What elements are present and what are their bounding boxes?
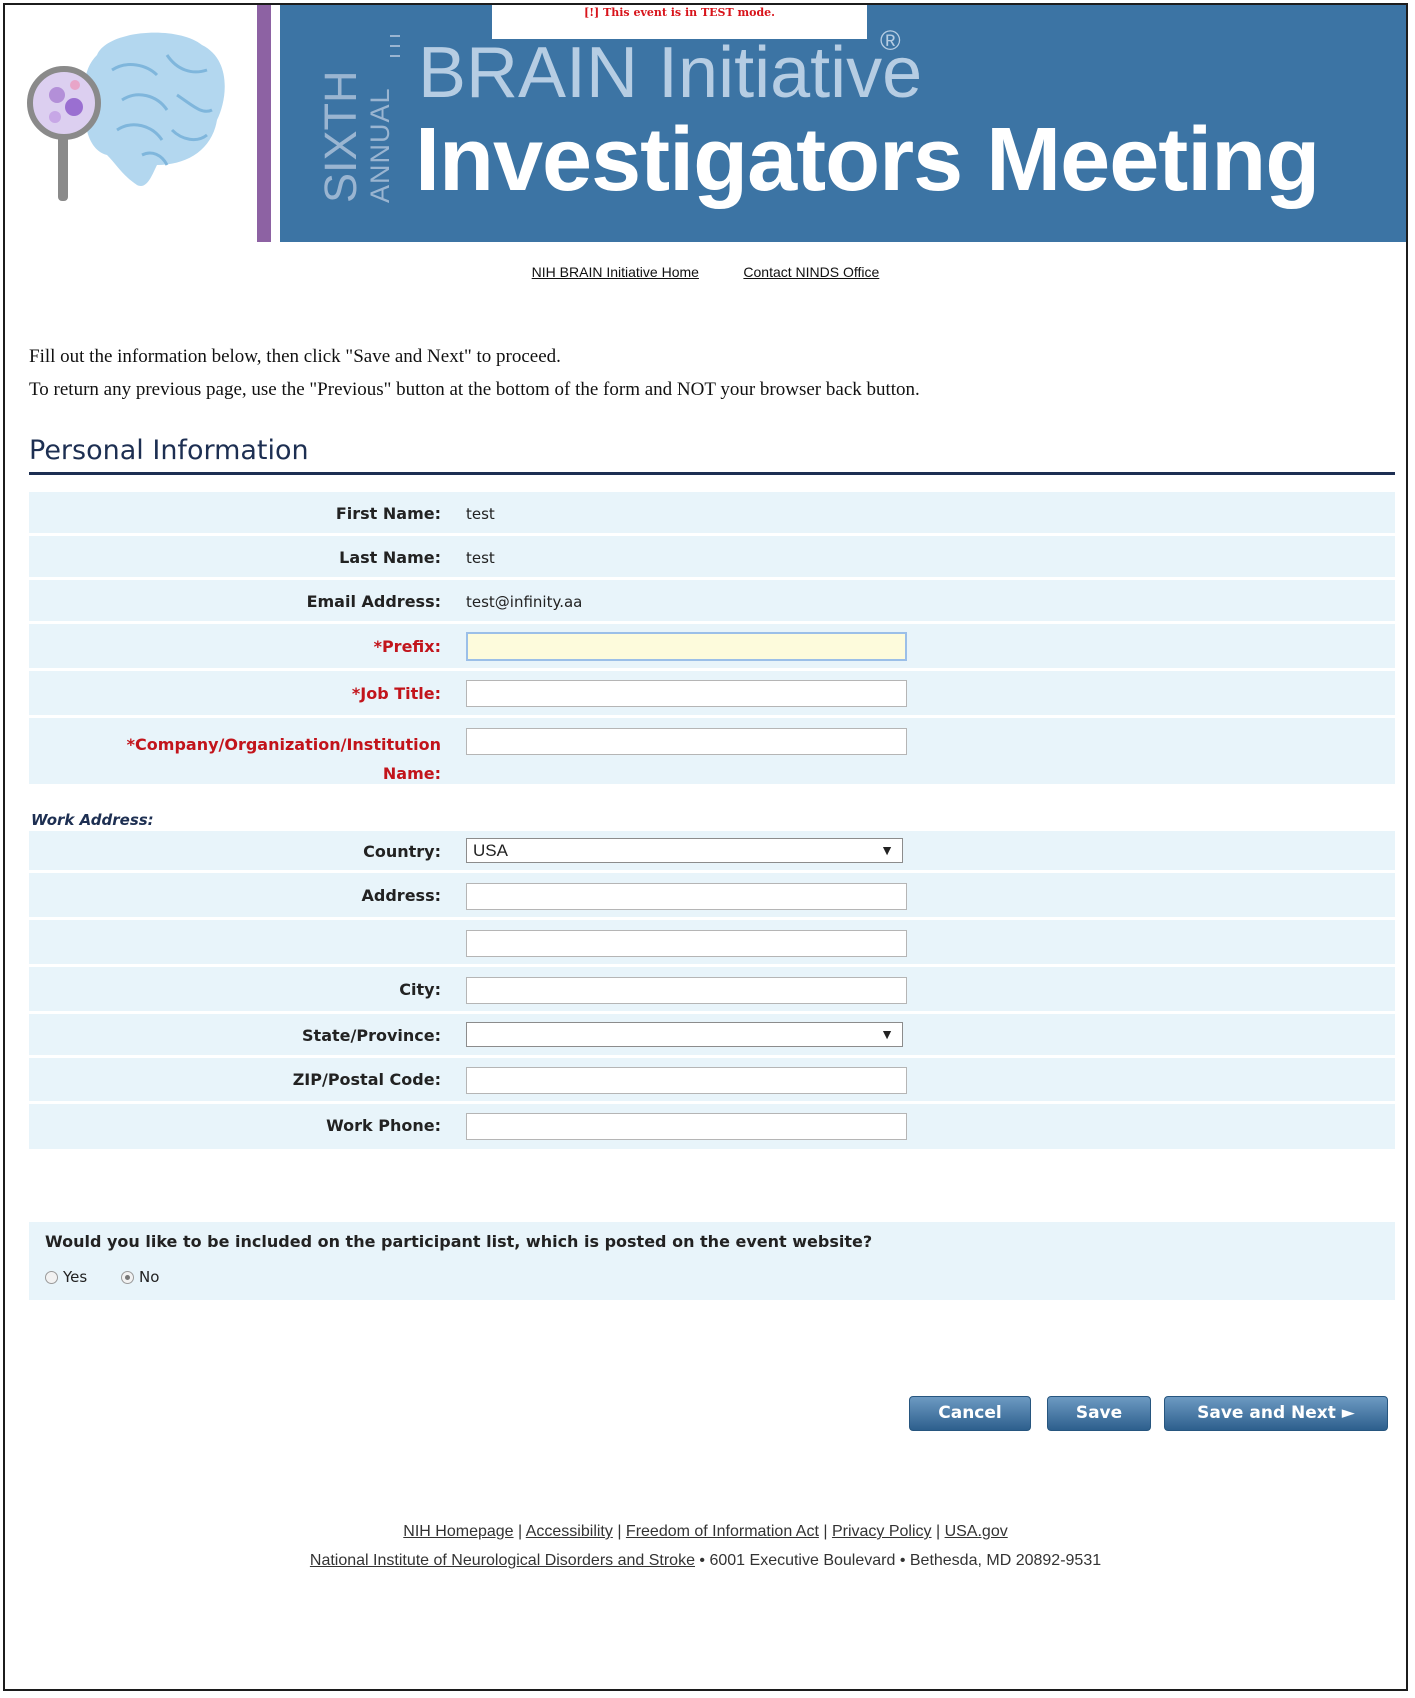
- footer-separator: |: [931, 1523, 945, 1540]
- job-title-input[interactable]: [466, 680, 907, 707]
- intro-line-2: To return any previous page, use the "Pr…: [29, 379, 920, 400]
- address-label: Address:: [361, 886, 441, 905]
- prefix-label: *Prefix:: [373, 637, 441, 656]
- country-selected-value: USA: [473, 841, 508, 860]
- email-label: Email Address:: [306, 592, 441, 611]
- company-label-line2: Name:: [382, 764, 441, 783]
- zip-label: ZIP/Postal Code:: [292, 1070, 441, 1089]
- prefix-input[interactable]: [466, 632, 907, 661]
- email-value: test@infinity.aa: [466, 593, 583, 611]
- registered-mark: ®: [880, 25, 901, 56]
- company-label-line1: *Company/Organization/Institution: [126, 735, 441, 754]
- footer: NIH Homepage | Accessibility | Freedom o…: [5, 1517, 1406, 1575]
- page: [!] This event is in TEST mode. SIXTH AN…: [3, 3, 1408, 1691]
- last-name-row: Last Name: test: [29, 536, 1395, 580]
- first-name-label: First Name:: [335, 504, 441, 523]
- footer-separator: |: [612, 1523, 626, 1540]
- email-row: Email Address: test@infinity.aa: [29, 580, 1395, 624]
- job-title-label: *Job Title:: [351, 684, 441, 703]
- zip-row: ZIP/Postal Code:: [29, 1058, 1395, 1104]
- ninds-link[interactable]: National Institute of Neurological Disor…: [310, 1552, 695, 1569]
- sixth-label: SIXTH: [315, 70, 366, 203]
- work-phone-row: Work Phone:: [29, 1104, 1395, 1149]
- zip-input[interactable]: [466, 1067, 907, 1094]
- dropdown-arrow-icon: ▼: [880, 842, 894, 858]
- first-name-row: First Name: test: [29, 492, 1395, 536]
- dropdown-arrow-icon: ▼: [880, 1026, 894, 1042]
- work-phone-input[interactable]: [466, 1113, 907, 1140]
- footer-links: NIH Homepage | Accessibility | Freedom o…: [5, 1517, 1406, 1546]
- company-row: *Company/Organization/Institution Name:: [29, 718, 1395, 784]
- purple-accent-bar: [257, 5, 271, 242]
- personal-info-form: First Name: test Last Name: test Email A…: [29, 492, 1395, 784]
- privacy-policy-link[interactable]: Privacy Policy: [832, 1523, 932, 1540]
- accessibility-link[interactable]: Accessibility: [526, 1523, 613, 1540]
- no-label: No: [139, 1268, 160, 1286]
- save-and-next-button[interactable]: Save and Next ►: [1164, 1396, 1388, 1431]
- state-select[interactable]: ▼: [466, 1022, 903, 1047]
- participant-list-question: Would you like to be included on the par…: [29, 1222, 1395, 1300]
- yes-radio[interactable]: [45, 1271, 58, 1284]
- country-label: Country:: [363, 842, 441, 861]
- first-name-value: test: [466, 505, 495, 523]
- section-divider: [29, 472, 1395, 475]
- banner-title-line2: Investigators Meeting: [415, 110, 1320, 210]
- save-button[interactable]: Save: [1047, 1396, 1151, 1431]
- country-select[interactable]: USA ▼: [466, 838, 903, 863]
- company-input[interactable]: [466, 728, 907, 755]
- prefix-row: *Prefix:: [29, 624, 1395, 671]
- state-label: State/Province:: [302, 1026, 441, 1045]
- state-row: State/Province: ▼: [29, 1014, 1395, 1058]
- city-input[interactable]: [466, 977, 907, 1004]
- footer-address-line: National Institute of Neurological Disor…: [5, 1546, 1406, 1575]
- no-radio[interactable]: [121, 1271, 134, 1284]
- top-nav: NIH BRAIN Initiative Home Contact NINDS …: [5, 264, 1406, 281]
- title-divider: [390, 35, 400, 201]
- last-name-label: Last Name:: [339, 548, 441, 567]
- work-phone-label: Work Phone:: [326, 1116, 441, 1135]
- city-row: City:: [29, 967, 1395, 1014]
- work-address-form: Country: USA ▼ Address: City: State/Prov…: [29, 831, 1395, 1149]
- participant-no-option[interactable]: No: [121, 1268, 159, 1286]
- banner-title-block: [!] This event is in TEST mode. SIXTH AN…: [280, 5, 1406, 242]
- banner-title-line1: BRAIN Initiative: [418, 33, 923, 113]
- participant-yes-option[interactable]: Yes: [45, 1268, 87, 1286]
- nih-homepage-link[interactable]: NIH Homepage: [403, 1523, 513, 1540]
- address-line2-input[interactable]: [466, 930, 907, 957]
- contact-ninds-link[interactable]: Contact NINDS Office: [743, 264, 879, 280]
- address-line1-input[interactable]: [466, 883, 907, 910]
- work-address-heading: Work Address:: [31, 811, 154, 829]
- company-label: *Company/Organization/Institution Name:: [127, 730, 441, 788]
- cancel-button[interactable]: Cancel: [909, 1396, 1031, 1431]
- participant-question-text: Would you like to be included on the par…: [45, 1232, 873, 1251]
- job-title-row: *Job Title:: [29, 671, 1395, 718]
- yes-label: Yes: [63, 1268, 88, 1286]
- intro-line-1: Fill out the information below, then cli…: [29, 346, 561, 367]
- footer-separator: |: [818, 1523, 832, 1540]
- last-name-value: test: [466, 549, 495, 567]
- ninds-address: • 6001 Executive Boulevard • Bethesda, M…: [694, 1552, 1102, 1569]
- annual-label: ANNUAL: [365, 87, 395, 203]
- nih-brain-home-link[interactable]: NIH BRAIN Initiative Home: [532, 264, 699, 280]
- usa-gov-link[interactable]: USA.gov: [945, 1523, 1008, 1540]
- address2-row: [29, 920, 1395, 967]
- event-banner: [!] This event is in TEST mode. SIXTH AN…: [5, 5, 1406, 242]
- section-title: Personal Information: [29, 435, 309, 466]
- brain-magnifier-logo: [27, 32, 225, 201]
- city-label: City:: [399, 980, 441, 999]
- country-row: Country: USA ▼: [29, 831, 1395, 873]
- footer-separator: |: [513, 1523, 526, 1540]
- address-row: Address:: [29, 873, 1395, 920]
- foia-link[interactable]: Freedom of Information Act: [626, 1523, 819, 1540]
